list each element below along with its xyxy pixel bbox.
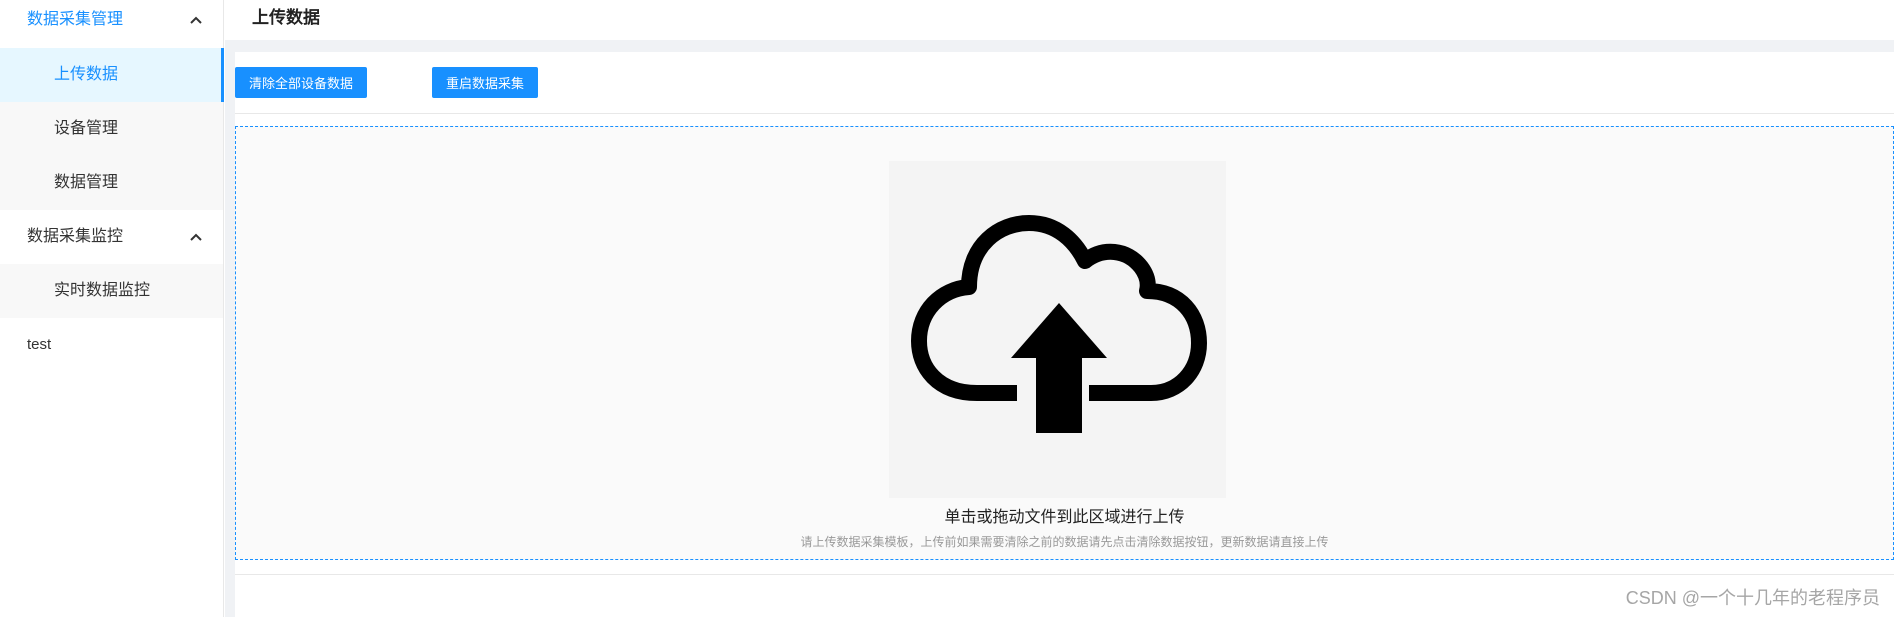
sidebar-item-label: 数据管理: [54, 174, 119, 191]
menu-group-data-monitoring: 数据采集监控 实时数据监控: [0, 210, 223, 318]
sidebar-item-data-management[interactable]: 数据管理: [0, 156, 223, 210]
submenu-data-monitoring: 实时数据监控: [0, 264, 223, 318]
menu-group-label: 数据采集监控: [27, 228, 124, 245]
main-content: 上传数据 清除全部设备数据 重启数据采集 单击或拖动文件到此区域进行上传 请上传…: [225, 0, 1894, 617]
cloud-upload-icon: [889, 161, 1226, 498]
sidebar-item-upload-data[interactable]: 上传数据: [0, 48, 224, 102]
sidebar-item-realtime-monitoring[interactable]: 实时数据监控: [0, 264, 223, 318]
sidebar: 数据采集管理 上传数据 设备管理 数据管理 数据采集监控 实时数据监控 test: [0, 0, 224, 617]
sidebar-item-label: 设备管理: [54, 120, 119, 137]
restart-data-collection-button[interactable]: 重启数据采集: [432, 67, 539, 98]
sidebar-item-device-management[interactable]: 设备管理: [0, 102, 223, 156]
chevron-up-icon: [189, 210, 203, 264]
page-title: 上传数据: [225, 0, 1894, 40]
menu-group-title-data-monitoring[interactable]: 数据采集监控: [0, 210, 223, 264]
upload-panel: 单击或拖动文件到此区域进行上传 请上传数据采集模板，上传前如果需要清除之前的数据…: [235, 114, 1894, 617]
divider: [235, 574, 1894, 575]
sidebar-item-label: 上传数据: [54, 66, 119, 83]
menu-group-label: 数据采集管理: [27, 11, 124, 28]
submenu-data-collection: 上传数据 设备管理 数据管理: [0, 48, 224, 210]
sidebar-item-label: 实时数据监控: [54, 282, 151, 299]
menu-group-data-collection: 数据采集管理 上传数据 设备管理 数据管理: [0, 0, 224, 210]
chevron-up-icon: [189, 0, 203, 40]
sidebar-item-label: test: [27, 336, 52, 353]
app-window: 数据采集管理 上传数据 设备管理 数据管理 数据采集监控 实时数据监控 test…: [0, 0, 1894, 617]
upload-dropzone[interactable]: 单击或拖动文件到此区域进行上传 请上传数据采集模板，上传前如果需要清除之前的数据…: [235, 126, 1894, 560]
upload-hint-text: 请上传数据采集模板，上传前如果需要清除之前的数据请先点击清除数据按钮，更新数据请…: [800, 535, 1329, 549]
menu-group-title-data-collection[interactable]: 数据采集管理: [0, 0, 223, 48]
csdn-watermark: CSDN @一个十几年的老程序员: [1625, 588, 1880, 608]
sidebar-item-test[interactable]: test: [0, 318, 223, 372]
upload-main-text: 单击或拖动文件到此区域进行上传: [944, 509, 1185, 526]
toolbar: 清除全部设备数据 重启数据采集: [235, 52, 1894, 114]
clear-all-device-data-button[interactable]: 清除全部设备数据: [235, 67, 368, 98]
